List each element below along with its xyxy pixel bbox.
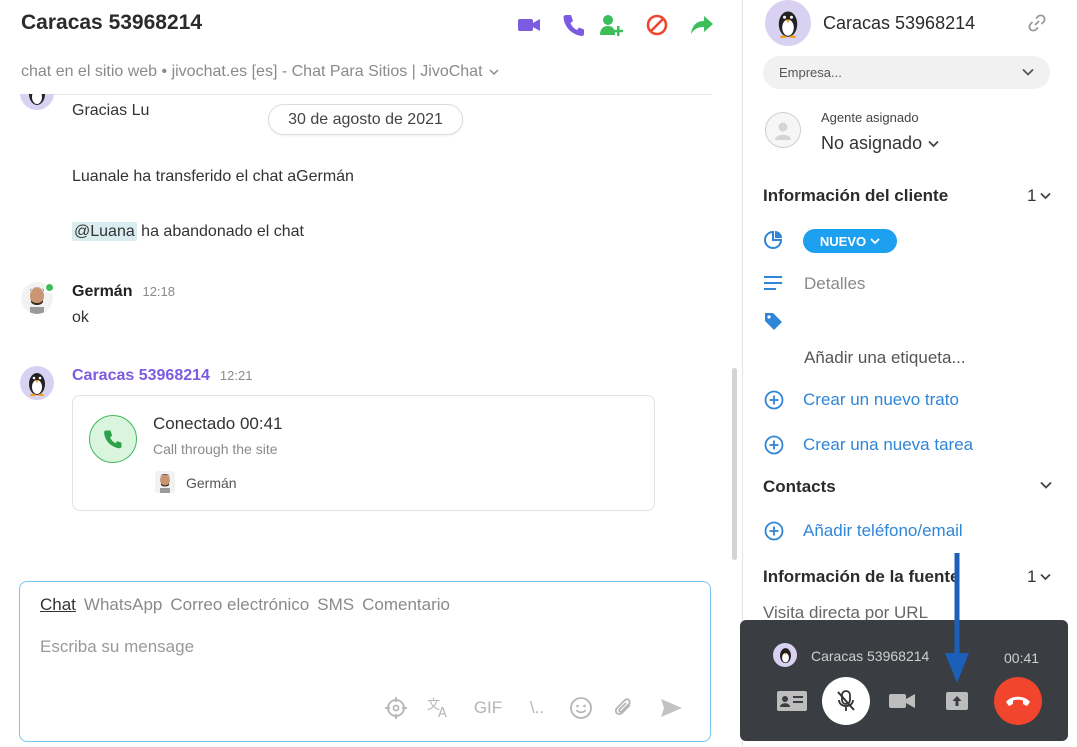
status-badge[interactable]: NUEVO	[803, 229, 897, 253]
message-time: 12:21	[219, 368, 253, 383]
message-header: Caracas 53968214 12:21	[72, 367, 252, 385]
agent-avatar-icon	[765, 112, 801, 148]
date-separator: 30 de agosto de 2021	[268, 104, 463, 135]
forward-icon[interactable]	[689, 12, 715, 38]
left-chat-text: ha abandonado el chat	[136, 223, 304, 240]
channel-tabs: Chat WhatsApp Correo electrónico SMS Com…	[40, 595, 450, 615]
company-select-value: Empresa...	[779, 65, 842, 80]
system-message-left: @Luana ha abandonado el chat	[72, 222, 304, 241]
chat-scrollbar[interactable]	[732, 368, 737, 560]
block-icon[interactable]	[644, 12, 670, 38]
source-info-title: Información de la fuente	[763, 567, 960, 586]
create-deal-button[interactable]: Crear un nuevo trato	[803, 390, 959, 410]
contact-avatar	[765, 0, 811, 46]
message-header: Germán 12:18	[72, 283, 175, 301]
add-contact-button[interactable]: Añadir teléfono/email	[803, 521, 963, 541]
crosshair-icon[interactable]	[383, 695, 409, 721]
chat-source-text: chat en el sitio web • jivochat.es [es] …	[21, 63, 483, 80]
company-select[interactable]: Empresa...	[763, 56, 1050, 89]
message-text: ok	[72, 309, 89, 326]
client-info-toggle[interactable]: 1	[1027, 186, 1052, 206]
hang-up-icon	[1005, 694, 1031, 708]
mute-button[interactable]	[822, 677, 870, 725]
details-field[interactable]: Detalles	[804, 274, 865, 294]
message-composer: Chat WhatsApp Correo electrónico SMS Com…	[19, 581, 711, 742]
video-camera-icon[interactable]	[887, 688, 917, 714]
chevron-down-icon	[1040, 192, 1052, 200]
send-icon[interactable]	[658, 695, 684, 721]
message-input[interactable]: Escriba su mensage	[40, 637, 194, 657]
online-status-dot	[44, 282, 55, 293]
translate-icon[interactable]: 文A	[426, 695, 452, 721]
system-message-transfer: Luanale ha transferido el chat aGermán	[72, 168, 354, 185]
avatar	[773, 643, 797, 667]
link-icon[interactable]	[1027, 13, 1047, 33]
contact-card-icon[interactable]	[776, 688, 808, 714]
annotation-arrow	[944, 553, 970, 685]
add-participant-icon[interactable]	[598, 12, 624, 38]
end-call-button[interactable]	[994, 677, 1042, 725]
call-widget-name: Caracas 53968214	[811, 648, 930, 664]
message-time: 12:18	[142, 284, 176, 299]
call-widget: Caracas 53968214 00:41	[740, 620, 1068, 741]
pie-chart-icon	[763, 230, 783, 250]
source-info-count: 1	[1027, 567, 1037, 586]
details-icon	[763, 275, 783, 291]
client-info-title: Información del cliente	[763, 186, 949, 205]
plus-circle-icon	[764, 435, 784, 455]
chevron-down-icon[interactable]	[1040, 481, 1052, 489]
chevron-down-icon	[928, 140, 939, 148]
message-text: Gracias Lu	[72, 102, 150, 119]
contact-name: Caracas 53968214	[823, 13, 976, 33]
avatar	[20, 366, 54, 400]
tab-comment[interactable]: Comentario	[362, 595, 450, 615]
emoji-icon[interactable]	[568, 695, 594, 721]
gif-button[interactable]: GIF	[473, 695, 503, 721]
canned-responses-button[interactable]: \..	[523, 695, 551, 721]
avatar	[20, 94, 54, 110]
call-card: Conectado 00:41 Call through the site Ge…	[72, 395, 655, 511]
header-divider	[21, 94, 712, 95]
avatar	[155, 471, 175, 493]
message-author[interactable]: Caracas 53968214	[72, 367, 210, 384]
chevron-down-icon	[489, 68, 499, 76]
chat-subtitle[interactable]: chat en el sitio web • jivochat.es [es] …	[21, 63, 499, 81]
call-status: Conectado 00:41	[153, 414, 283, 433]
tab-chat[interactable]: Chat	[40, 595, 76, 615]
tab-email[interactable]: Correo electrónico	[170, 595, 309, 615]
phone-icon	[89, 415, 137, 463]
add-tag-button[interactable]: Añadir una etiqueta...	[804, 348, 966, 368]
screen-share-icon[interactable]	[944, 688, 970, 714]
plus-circle-icon	[764, 521, 784, 541]
client-info-count: 1	[1027, 186, 1037, 205]
contacts-title: Contacts	[763, 477, 836, 496]
chevron-down-icon	[1040, 573, 1052, 581]
source-info-toggle[interactable]: 1	[1027, 567, 1052, 587]
call-subtitle: Call through the site	[153, 441, 278, 457]
call-agent-name: Germán	[186, 475, 237, 491]
chevron-down-icon	[1022, 68, 1034, 76]
chat-title: Caracas 53968214	[21, 11, 203, 34]
message-author: Germán	[72, 283, 133, 300]
microphone-off-icon	[835, 689, 857, 713]
tab-whatsapp[interactable]: WhatsApp	[84, 595, 162, 615]
agent-value: No asignado	[821, 133, 923, 153]
attachment-icon[interactable]	[611, 695, 637, 721]
plus-circle-icon	[764, 390, 784, 410]
tag-icon	[763, 311, 783, 331]
svg-text:A: A	[438, 706, 447, 720]
chevron-down-icon	[870, 237, 880, 245]
agent-label: Agente asignado	[821, 110, 919, 125]
video-call-icon[interactable]	[516, 12, 542, 38]
agent-select[interactable]: No asignado	[821, 133, 939, 154]
create-task-button[interactable]: Crear una nueva tarea	[803, 435, 973, 455]
mention-tag[interactable]: @Luana	[72, 222, 137, 241]
status-badge-label: NUEVO	[819, 233, 867, 249]
tab-sms[interactable]: SMS	[317, 595, 354, 615]
call-timer: 00:41	[1004, 650, 1040, 666]
phone-call-icon[interactable]	[561, 12, 587, 38]
